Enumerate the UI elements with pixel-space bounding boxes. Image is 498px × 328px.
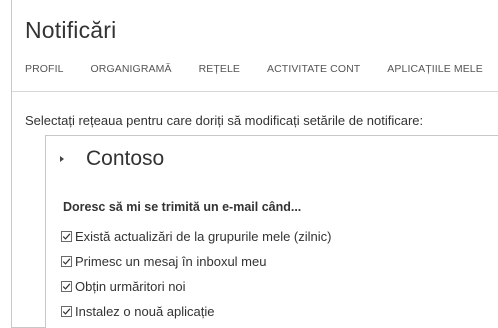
option-new-followers[interactable]: Obțin urmăritori noi [61, 274, 332, 299]
option-label: Există actualizări de la grupurile mele … [75, 229, 332, 244]
option-inbox-message[interactable]: Primesc un mesaj în inboxul meu [61, 249, 332, 274]
option-label: Obțin urmăritori noi [75, 279, 186, 294]
tab-bar: PROFIL ORGANIGRAMĂ REȚELE ACTIVITATE CON… [25, 63, 498, 75]
tabs-divider [12, 91, 498, 92]
checkmark-icon [62, 308, 71, 315]
checkbox-install-app[interactable] [61, 306, 72, 317]
option-install-app[interactable]: Instalez o nouă aplicație [61, 299, 332, 324]
option-label: Instalez o nouă aplicație [75, 304, 215, 319]
network-settings-card: Contoso Doresc să mi se trimită un e-mai… [45, 135, 498, 328]
checkbox-new-followers[interactable] [61, 281, 72, 292]
tab-aplicatiile-mele[interactable]: APLICAȚIILE MELE [387, 63, 483, 75]
checkmark-icon [62, 233, 71, 240]
email-preferences-heading: Doresc să mi se trimită un e-mail când..… [63, 200, 302, 214]
page-title: Notificări [25, 17, 117, 43]
network-expander[interactable]: Contoso [60, 147, 164, 171]
checkmark-icon [62, 258, 71, 265]
tab-retele[interactable]: REȚELE [199, 63, 240, 75]
email-options-list: Există actualizări de la grupurile mele … [61, 224, 332, 324]
tab-profil[interactable]: PROFIL [25, 63, 64, 75]
checkbox-inbox-message[interactable] [61, 256, 72, 267]
option-group-updates[interactable]: Există actualizări de la grupurile mele … [61, 224, 332, 249]
tab-organigrama[interactable]: ORGANIGRAMĂ [91, 63, 172, 75]
option-label: Primesc un mesaj în inboxul meu [75, 254, 267, 269]
tab-activitate-cont[interactable]: ACTIVITATE CONT [267, 63, 360, 75]
chevron-right-icon[interactable] [60, 156, 64, 162]
network-select-instruction: Selectați rețeaua pentru care doriți să … [25, 113, 424, 128]
checkbox-group-updates[interactable] [61, 231, 72, 242]
checkmark-icon [62, 283, 71, 290]
network-name: Contoso [86, 147, 165, 170]
